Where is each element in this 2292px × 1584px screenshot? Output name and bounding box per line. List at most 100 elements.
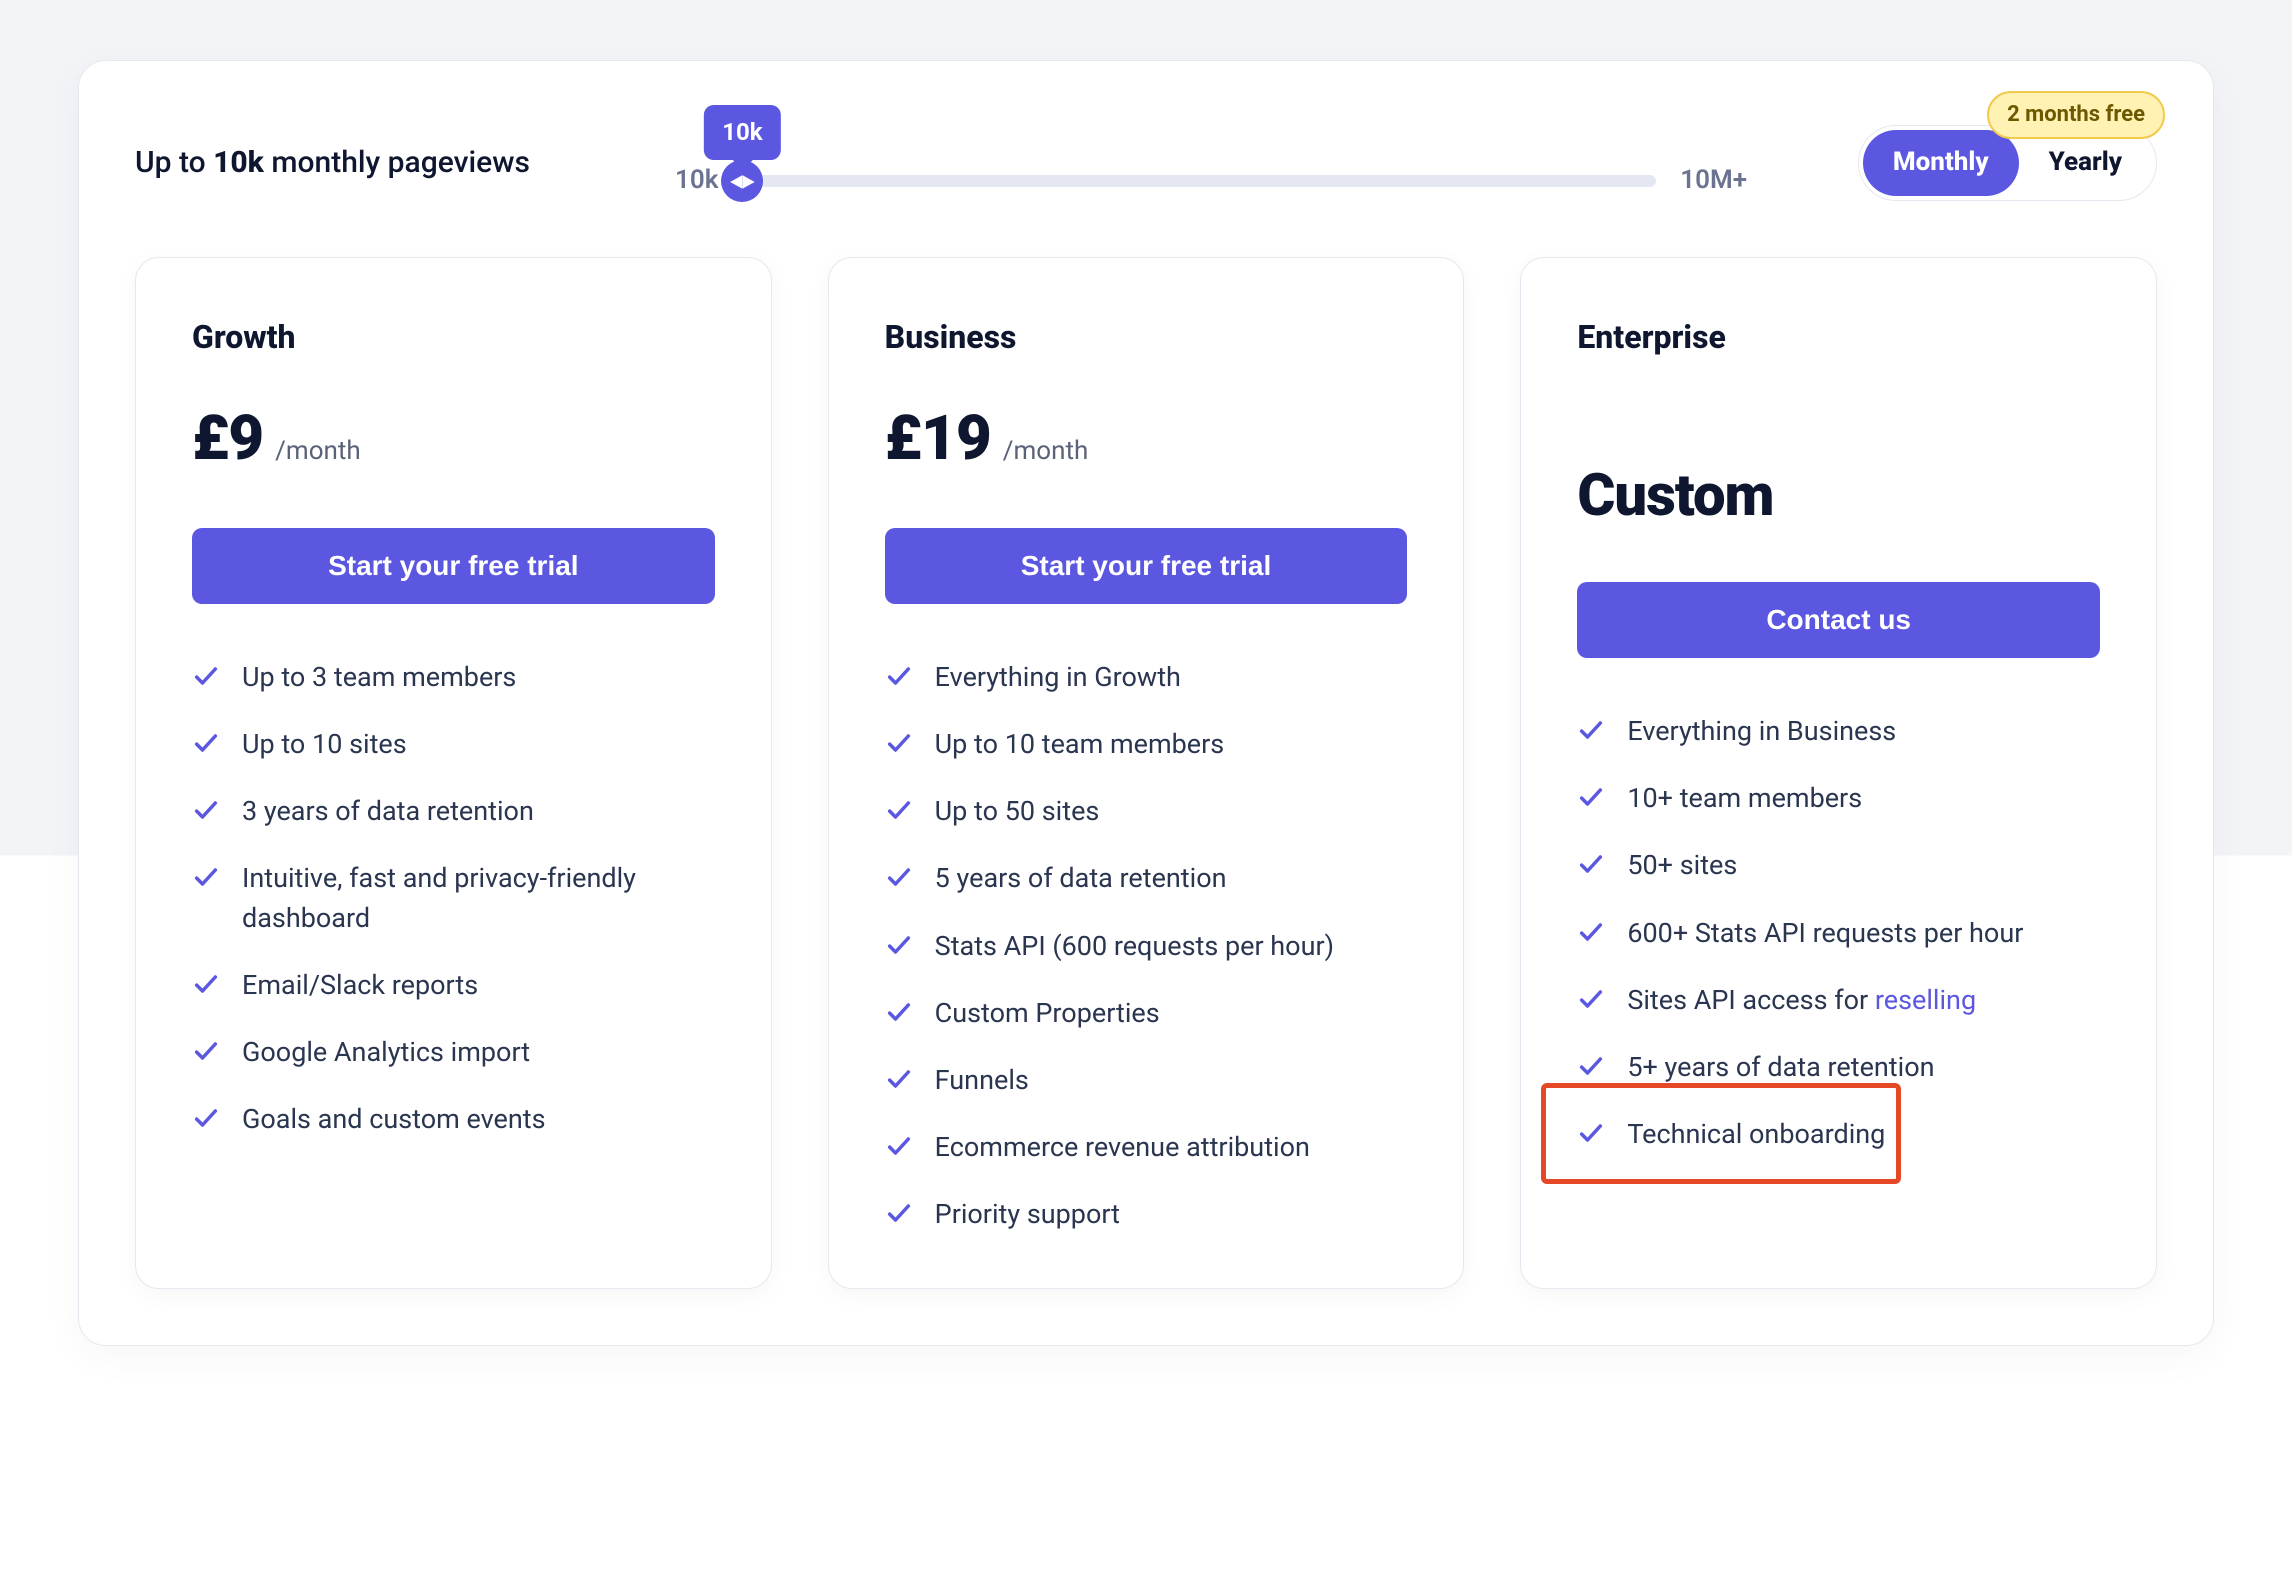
check-icon [885, 1199, 913, 1227]
plan-price-custom: Custom [1577, 454, 2100, 538]
check-icon [1577, 783, 1605, 811]
plan-name: Business [885, 314, 1408, 360]
feature-text: Everything in Growth [935, 658, 1181, 697]
slider-max-label: 10M+ [1680, 162, 1747, 200]
feature-item: Email/Slack reports [192, 952, 715, 1019]
feature-item: Up to 10 sites [192, 711, 715, 778]
feature-text: Everything in Business [1627, 712, 1896, 751]
plan-features: Everything in Growth Up to 10 team member… [885, 644, 1408, 1248]
feature-text: 3 years of data retention [242, 792, 534, 831]
check-icon [192, 796, 220, 824]
slider-handle-arrows-icon: ◀▶ [730, 173, 755, 189]
plan-features: Everything in Business 10+ team members 50… [1577, 698, 2100, 1168]
pageviews-headline: Up to 10k monthly pageviews [135, 141, 655, 185]
plan-price: £19 [885, 394, 991, 484]
feature-text: 50+ sites [1627, 846, 1737, 885]
billing-yearly-button[interactable]: Yearly [2019, 130, 2152, 196]
feature-item: Google Analytics import [192, 1019, 715, 1086]
feature-item: Technical onboarding [1577, 1101, 2100, 1168]
feature-item: Priority support [885, 1181, 1408, 1248]
feature-item: Custom Properties [885, 980, 1408, 1047]
feature-item: Sites API access for reselling [1577, 967, 2100, 1034]
check-icon [885, 729, 913, 757]
pageviews-slider: 10k 10k ◀▶ 10M+ [675, 126, 1747, 200]
feature-text: 10+ team members [1627, 779, 1862, 818]
plan-cta-button[interactable]: Contact us [1577, 582, 2100, 658]
check-icon [192, 863, 220, 891]
slider-handle[interactable]: ◀▶ [721, 160, 763, 202]
check-icon [1577, 850, 1605, 878]
plan-name: Growth [192, 314, 715, 360]
feature-item: Up to 50 sites [885, 778, 1408, 845]
feature-item: Stats API (600 requests per hour) [885, 913, 1408, 980]
feature-item: 5 years of data retention [885, 845, 1408, 912]
feature-item: Everything in Growth [885, 644, 1408, 711]
feature-item: 50+ sites [1577, 832, 2100, 899]
feature-text: Up to 3 team members [242, 658, 516, 697]
feature-link[interactable]: reselling [1875, 984, 1976, 1016]
feature-text: Up to 10 sites [242, 725, 407, 764]
check-icon [885, 998, 913, 1026]
check-icon [192, 662, 220, 690]
feature-item: Up to 3 team members [192, 644, 715, 711]
headline-prefix: Up to [135, 145, 213, 180]
feature-item: Intuitive, fast and privacy-friendly das… [192, 845, 715, 951]
feature-text: Funnels [935, 1061, 1029, 1100]
feature-item: Everything in Business [1577, 698, 2100, 765]
feature-item: 5+ years of data retention [1577, 1034, 2100, 1101]
billing-monthly-button[interactable]: Monthly [1863, 130, 2019, 196]
feature-item: Ecommerce revenue attribution [885, 1114, 1408, 1181]
check-icon [1577, 1119, 1605, 1147]
check-icon [192, 1104, 220, 1132]
feature-text: Email/Slack reports [242, 966, 478, 1005]
feature-text: Up to 50 sites [935, 792, 1100, 831]
feature-text: Goals and custom events [242, 1100, 546, 1139]
plan-name: Enterprise [1577, 314, 2100, 360]
check-icon [1577, 1052, 1605, 1080]
feature-item: Goals and custom events [192, 1086, 715, 1153]
feature-text: 600+ Stats API requests per hour [1627, 914, 2023, 953]
feature-text: Intuitive, fast and privacy-friendly das… [242, 859, 715, 937]
check-icon [1577, 918, 1605, 946]
plan-features: Up to 3 team members Up to 10 sites 3 year… [192, 644, 715, 1153]
check-icon [192, 729, 220, 757]
check-icon [885, 863, 913, 891]
feature-text: Ecommerce revenue attribution [935, 1128, 1310, 1167]
plan-cta-button[interactable]: Start your free trial [885, 528, 1408, 604]
feature-item: 3 years of data retention [192, 778, 715, 845]
check-icon [885, 1132, 913, 1160]
check-icon [885, 662, 913, 690]
check-icon [192, 1037, 220, 1065]
promo-pill: 2 months free [1987, 91, 2165, 139]
feature-item: Up to 10 team members [885, 711, 1408, 778]
feature-text: 5+ years of data retention [1627, 1048, 1934, 1087]
check-icon [885, 1065, 913, 1093]
plan-card-growth: Growth £9/month Start your free trial Up to… [135, 257, 772, 1290]
plan-period: /month [275, 433, 361, 471]
feature-text: Priority support [935, 1195, 1120, 1234]
pricing-panel: Up to 10k monthly pageviews 10k 10k ◀▶ 1… [78, 60, 2214, 1346]
plan-price: £9 [192, 394, 263, 484]
feature-text: Up to 10 team members [935, 725, 1225, 764]
feature-item: 10+ team members [1577, 765, 2100, 832]
plan-card-business: Business £19/month Start your free trial Ev… [828, 257, 1465, 1290]
feature-text: Technical onboarding [1627, 1115, 1885, 1154]
check-icon [1577, 985, 1605, 1013]
slider-min-label: 10k [675, 162, 718, 200]
check-icon [1577, 716, 1605, 744]
check-icon [885, 796, 913, 824]
plan-cta-button[interactable]: Start your free trial [192, 528, 715, 604]
headline-value: 10k [213, 145, 264, 180]
plan-period: /month [1003, 433, 1089, 471]
check-icon [192, 970, 220, 998]
slider-tooltip: 10k [704, 105, 780, 160]
feature-item: 600+ Stats API requests per hour [1577, 900, 2100, 967]
check-icon [885, 931, 913, 959]
feature-text: Custom Properties [935, 994, 1160, 1033]
feature-item: Funnels [885, 1047, 1408, 1114]
plan-card-enterprise: Enterprise Custom Contact us Everything in … [1520, 257, 2157, 1290]
feature-text: Stats API (600 requests per hour) [935, 927, 1334, 966]
feature-text: Sites API access for reselling [1627, 981, 1976, 1020]
feature-text: 5 years of data retention [935, 859, 1227, 898]
slider-track[interactable]: 10k ◀▶ [742, 175, 1656, 187]
